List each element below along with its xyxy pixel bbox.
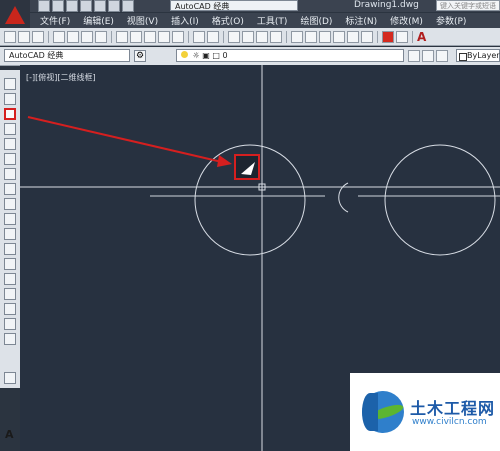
menu-view[interactable]: 视图(V) xyxy=(127,14,158,27)
menu-modify[interactable]: 修改(M) xyxy=(390,14,423,27)
insert-block-icon[interactable] xyxy=(4,243,16,255)
menu-edit[interactable]: 编辑(E) xyxy=(83,14,114,27)
toolbar-separator xyxy=(412,30,413,43)
toolbar-separator xyxy=(188,30,189,43)
spline-icon[interactable] xyxy=(4,198,16,210)
circle-icon[interactable] xyxy=(4,168,16,180)
autocad-logo-icon[interactable] xyxy=(0,0,30,30)
draw-toolbar: A xyxy=(0,70,21,441)
publish-icon[interactable] xyxy=(81,30,93,43)
sun-icon: ☼ xyxy=(192,51,200,60)
save-icon[interactable] xyxy=(66,0,78,12)
layer-tools xyxy=(408,50,448,62)
pan-icon[interactable] xyxy=(228,30,240,43)
lock-icon: ▣ xyxy=(202,51,210,60)
viewport-controls-label[interactable]: [-][俯视][二维线框] xyxy=(26,72,96,83)
quickcalc-icon[interactable] xyxy=(361,30,373,43)
menu-file[interactable]: 文件(F) xyxy=(40,14,70,27)
make-block-icon[interactable] xyxy=(4,258,16,270)
menu-parametric[interactable]: 参数(P) xyxy=(436,14,466,27)
undo-icon[interactable] xyxy=(108,0,120,12)
point-icon[interactable] xyxy=(4,273,16,285)
help-icon[interactable] xyxy=(396,30,408,43)
color-swatch-icon: □ xyxy=(212,51,220,60)
undo-icon[interactable] xyxy=(193,30,205,43)
watermark-logo: 土木工程网 www.civilcn.com xyxy=(350,373,500,451)
mtext-icon[interactable]: A xyxy=(5,428,14,441)
menu-bar: 文件(F) 编辑(E) 视图(V) 插入(I) 格式(O) 工具(T) 绘图(D… xyxy=(30,13,500,28)
preview-icon[interactable] xyxy=(67,30,79,43)
line-icon[interactable] xyxy=(4,78,16,90)
markup-icon[interactable] xyxy=(347,30,359,43)
revision-cloud-icon[interactable] xyxy=(4,183,16,195)
properties-icon[interactable] xyxy=(291,30,303,43)
gradient-icon[interactable] xyxy=(4,303,16,315)
design-center-icon[interactable] xyxy=(305,30,317,43)
text-style-icon[interactable]: A xyxy=(417,30,426,44)
match-properties-icon[interactable] xyxy=(158,30,170,43)
menu-dimension[interactable]: 标注(N) xyxy=(345,14,377,27)
zoom-realtime-icon[interactable] xyxy=(242,30,254,43)
open-icon[interactable] xyxy=(18,30,30,43)
paste-icon[interactable] xyxy=(144,30,156,43)
print-icon[interactable] xyxy=(94,0,106,12)
menu-insert[interactable]: 插入(I) xyxy=(171,14,199,27)
layer-select[interactable]: ☼ ▣ □ 0 xyxy=(176,49,404,62)
watermark-url: www.civilcn.com xyxy=(412,417,487,427)
construction-line-icon[interactable] xyxy=(4,93,16,105)
revcloud-icon[interactable] xyxy=(4,108,16,120)
make-current-layer-icon[interactable] xyxy=(408,50,420,62)
open-file-icon[interactable] xyxy=(52,0,64,12)
layers-toolbar: AutoCAD 经典 ⚙ ☼ ▣ □ 0 ByLayer xyxy=(0,47,500,66)
print-icon[interactable] xyxy=(53,30,65,43)
menu-draw[interactable]: 绘图(D) xyxy=(300,14,332,27)
plot-icon[interactable] xyxy=(95,30,107,43)
document-title: Drawing1.dwg xyxy=(354,0,419,10)
rectangle-icon[interactable] xyxy=(4,138,16,150)
copy-icon[interactable] xyxy=(130,30,142,43)
toolbar-separator xyxy=(286,30,287,43)
zoom-previous-icon[interactable] xyxy=(270,30,282,43)
search-input[interactable]: 键入关键字或短语 xyxy=(436,0,500,11)
watermark-brand: 土木工程网 xyxy=(410,399,496,418)
block-editor-icon[interactable] xyxy=(172,30,184,43)
arc-icon[interactable] xyxy=(4,153,16,165)
table-icon[interactable] xyxy=(4,333,16,345)
new-file-icon[interactable] xyxy=(38,0,50,12)
zoom-window-icon[interactable] xyxy=(256,30,268,43)
hatch-icon[interactable] xyxy=(4,288,16,300)
layer-name: 0 xyxy=(222,51,228,60)
save-icon[interactable] xyxy=(32,30,44,43)
lightbulb-icon xyxy=(181,51,188,58)
add-selected-icon[interactable] xyxy=(4,372,16,384)
tool-palettes-icon[interactable] xyxy=(319,30,331,43)
sheet-set-icon[interactable] xyxy=(333,30,345,43)
new-icon[interactable] xyxy=(4,30,16,43)
gear-icon[interactable]: ⚙ xyxy=(134,50,146,62)
redo-icon[interactable] xyxy=(122,0,134,12)
cut-icon[interactable] xyxy=(116,30,128,43)
layer-previous-icon[interactable] xyxy=(422,50,434,62)
toolbar-separator xyxy=(223,30,224,43)
workspace-select[interactable]: AutoCAD 经典 xyxy=(4,49,130,62)
menu-tools[interactable]: 工具(T) xyxy=(257,14,288,27)
ellipse-icon[interactable] xyxy=(4,213,16,225)
standard-toolbar: A xyxy=(0,28,500,46)
color-select[interactable]: ByLayer xyxy=(456,49,500,62)
save-as-icon[interactable] xyxy=(80,0,92,12)
workspace-quick-select[interactable]: AutoCAD 经典 xyxy=(170,0,298,11)
layer-states-icon[interactable] xyxy=(436,50,448,62)
quick-access-toolbar xyxy=(38,0,134,12)
region-icon[interactable] xyxy=(4,318,16,330)
redo-icon[interactable] xyxy=(207,30,219,43)
globe-logo-icon xyxy=(362,391,404,433)
menu-format[interactable]: 格式(O) xyxy=(212,14,244,27)
toolbar-separator xyxy=(111,30,112,43)
toolbar-separator xyxy=(377,30,378,43)
polygon-icon[interactable] xyxy=(4,123,16,135)
ellipse-arc-icon[interactable] xyxy=(4,228,16,240)
toolbar-separator xyxy=(48,30,49,43)
pdf-icon[interactable] xyxy=(382,30,394,43)
